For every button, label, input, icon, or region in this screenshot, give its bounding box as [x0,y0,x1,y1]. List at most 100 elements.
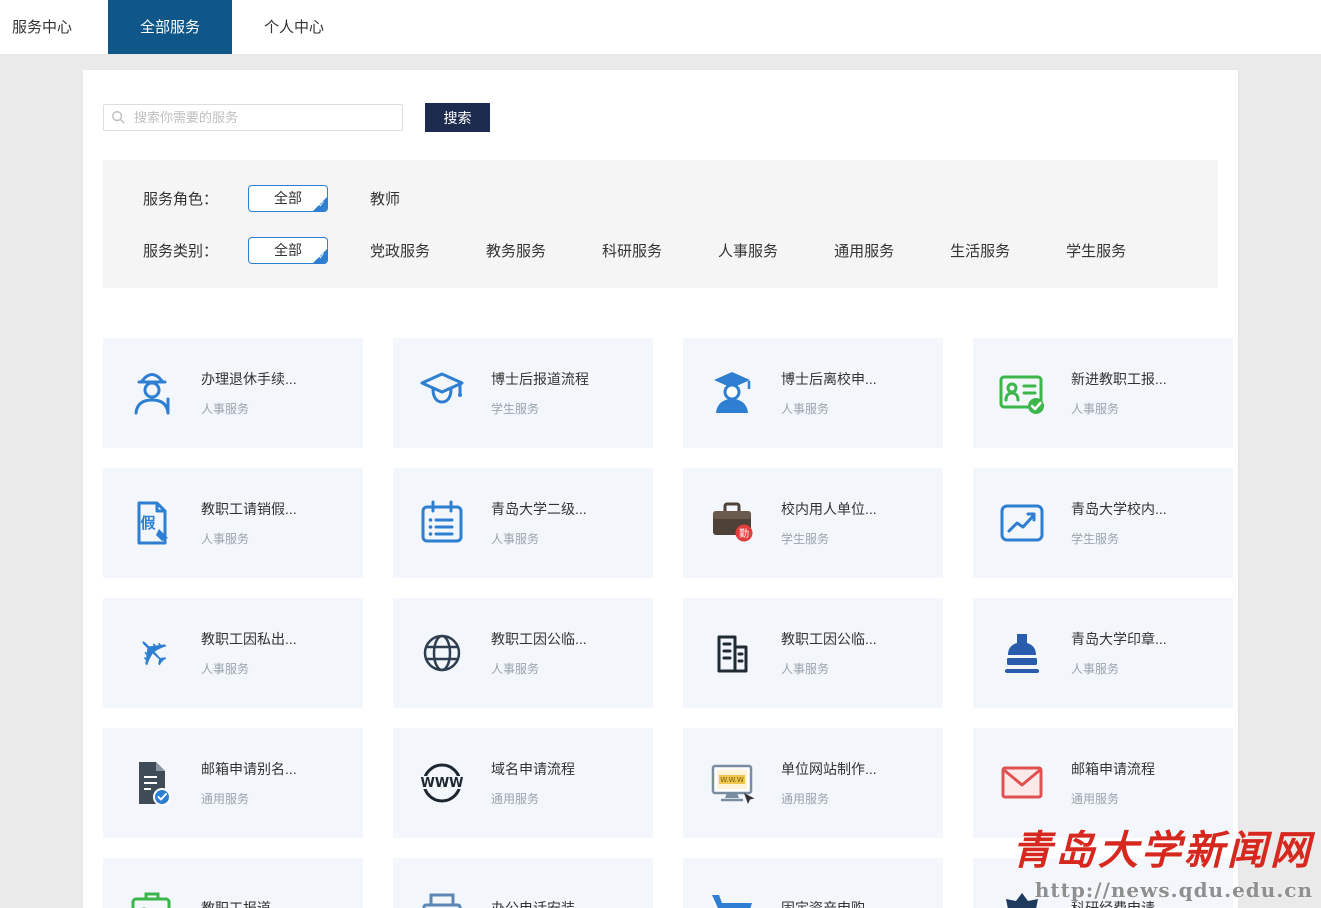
service-card[interactable]: 邮箱申请流程 通用服务 [973,728,1233,838]
service-card[interactable]: 博士后报道流程 学生服务 [393,338,653,448]
search-row: 搜索 [103,103,1218,132]
service-title: 新进教职工报... [1071,371,1167,387]
leave-note-icon: 假 [103,497,201,549]
globe-icon [393,627,491,679]
service-card[interactable]: 青岛大学二级... 人事服务 [393,468,653,578]
service-title: 域名申请流程 [491,761,575,777]
service-title: 青岛大学二级... [491,501,587,517]
role-option-teacher[interactable]: 教师 [370,188,400,209]
service-category: 人事服务 [201,532,250,546]
service-card[interactable]: W.W.W 单位网站制作... 通用服务 [683,728,943,838]
role-option-all-label: 全部 [274,189,302,206]
service-category: 人事服务 [1071,402,1120,416]
tab-personal-center[interactable]: 个人中心 [232,0,356,54]
tab-service-center[interactable]: 服务中心 [0,0,108,54]
service-category: 通用服务 [491,792,540,806]
top-nav: 服务中心 全部服务 个人中心 [0,0,1321,55]
chart-icon [973,497,1071,549]
service-card[interactable]: ✈ 教职工因私出... 人事服务 [103,598,363,708]
service-title: 办公电话安装... [491,899,587,908]
category-option-party[interactable]: 党政服务 [370,240,430,261]
stamp-icon [973,627,1071,679]
service-title: 教职工因公临... [781,631,877,647]
service-title: 博士后离校申... [781,371,877,387]
service-title: 校内用人单位... [781,501,877,517]
service-card[interactable]: 固定资产申购... [683,858,943,908]
green-badge-icon [103,887,201,908]
briefcase-badge-icon: 勤 [683,497,781,549]
main-content: 搜索 服务角色： 全部 教师 服务类别： 全部 党政服务 教务服务 科研服务 人… [83,70,1238,908]
role-filter-label: 服务角色： [143,190,219,208]
schedule-icon [393,497,491,549]
tab-all-services[interactable]: 全部服务 [108,0,233,54]
search-button[interactable]: 搜索 [425,103,490,132]
building-icon [683,627,781,679]
id-card-check-icon [973,367,1071,419]
check-icon [312,195,327,211]
service-card[interactable]: WWW 域名申请流程 通用服务 [393,728,653,838]
service-title: 邮箱申请流程 [1071,761,1155,777]
service-card[interactable]: 假 教职工请销假... 人事服务 [103,468,363,578]
service-category: 通用服务 [201,792,250,806]
service-category: 人事服务 [201,402,250,416]
check-icon [312,247,327,263]
service-category: 人事服务 [1071,662,1120,676]
category-option-research[interactable]: 科研服务 [602,240,662,261]
service-category: 人事服务 [491,662,540,676]
category-option-all-label: 全部 [274,241,302,258]
service-grid: 办理退休手续... 人事服务 博士后报道流程 学生服务 博士后离校申... 人事… [83,338,1238,908]
filter-row-role: 服务角色： 全部 教师 [143,184,1218,212]
svg-text:勤: 勤 [739,527,749,540]
service-category: 人事服务 [491,532,540,546]
service-card[interactable]: 办理退休手续... 人事服务 [103,338,363,448]
service-title: 教职工因私出... [201,631,297,647]
filter-row-category: 服务类别： 全部 党政服务 教务服务 科研服务 人事服务 通用服务 生活服务 学… [143,236,1218,264]
service-card[interactable]: 教职工因公临... 人事服务 [683,598,943,708]
service-title: 邮箱申请别名... [201,761,297,777]
envelope-icon [973,757,1071,809]
service-card[interactable]: 邮箱申请别名... 通用服务 [103,728,363,838]
service-card[interactable]: 青岛大学校内... 学生服务 [973,468,1233,578]
service-category: 通用服务 [781,792,830,806]
service-title: 科研经费申请 [1071,899,1155,908]
service-category: 人事服务 [781,402,830,416]
service-title: 博士后报道流程 [491,371,589,387]
category-option-general[interactable]: 通用服务 [834,240,894,261]
service-card[interactable]: 科研经费申请 [973,858,1233,908]
search-icon [112,111,125,124]
category-option-all[interactable]: 全部 [248,236,328,264]
service-title: 青岛大学印章... [1071,631,1167,647]
role-option-all[interactable]: 全部 [248,184,328,212]
retiree-icon [103,367,201,419]
service-title: 教职工因公临... [491,631,587,647]
service-title: 青岛大学校内... [1071,501,1167,517]
graduate-icon [683,367,781,419]
service-card[interactable]: 博士后离校申... 人事服务 [683,338,943,448]
service-category: 学生服务 [491,402,540,416]
telephone-icon [393,887,491,908]
service-title: 教职工请销假... [201,501,297,517]
service-category: 学生服务 [781,532,830,546]
airplane-icon: ✈ [123,624,181,682]
svg-text:WWW: WWW [420,776,463,791]
svg-text:假: 假 [140,514,156,532]
service-card[interactable]: 办公电话安装... [393,858,653,908]
category-option-life[interactable]: 生活服务 [950,240,1010,261]
category-option-hr[interactable]: 人事服务 [718,240,778,261]
category-option-academic[interactable]: 教务服务 [486,240,546,261]
www-globe-icon: WWW [393,757,491,809]
filter-panel: 服务角色： 全部 教师 服务类别： 全部 党政服务 教务服务 科研服务 人事服务… [103,160,1218,288]
service-card[interactable]: 教职工因公临... 人事服务 [393,598,653,708]
search-input[interactable] [103,104,403,131]
service-category: 人事服务 [781,662,830,676]
service-title: 教职工报道 [201,899,271,908]
document-check-icon [103,757,201,809]
category-option-student[interactable]: 学生服务 [1066,240,1126,261]
graduation-cap-icon [393,367,491,419]
service-card[interactable]: 新进教职工报... 人事服务 [973,338,1233,448]
service-category: 人事服务 [201,662,250,676]
service-card[interactable]: 青岛大学印章... 人事服务 [973,598,1233,708]
service-card[interactable]: 勤 校内用人单位... 学生服务 [683,468,943,578]
service-card[interactable]: 教职工报道 [103,858,363,908]
service-title: 单位网站制作... [781,761,877,777]
